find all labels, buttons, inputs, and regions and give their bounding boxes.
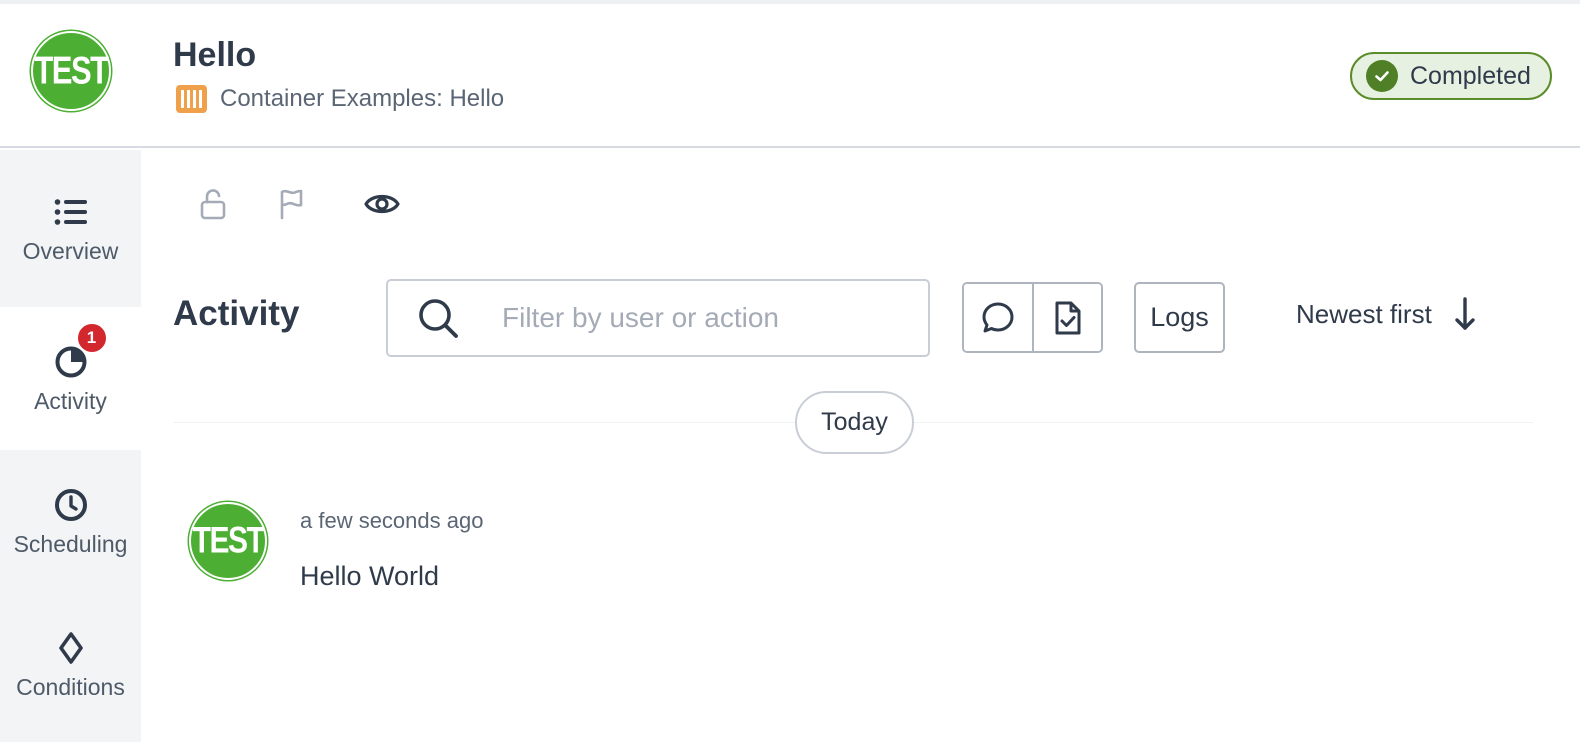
sidebar-item-label: Scheduling	[13, 531, 128, 557]
section-title: Activity	[173, 294, 300, 333]
breadcrumb[interactable]: Container Examples: Hello	[175, 84, 504, 114]
comment-icon	[982, 302, 1014, 332]
unlock-icon[interactable]	[195, 186, 231, 222]
logs-button[interactable]: Logs	[1134, 282, 1225, 353]
file-check-icon	[1055, 301, 1081, 334]
avatar-text: TEST	[192, 519, 265, 561]
search-input[interactable]	[502, 302, 902, 334]
entry-message: Hello World	[300, 561, 440, 591]
status-badge: Completed	[1350, 52, 1552, 100]
page-title: Hello	[173, 36, 257, 74]
entry-avatar[interactable]: TEST	[189, 502, 267, 580]
sidebar: Overview 1 Activity Scheduling Condition…	[0, 150, 141, 742]
sidebar-item-label: Activity	[34, 388, 107, 414]
eye-icon[interactable]	[364, 186, 400, 222]
tasks-filter-button[interactable]	[1032, 284, 1101, 351]
diamond-icon	[58, 632, 83, 664]
search-box[interactable]	[386, 279, 930, 357]
sort-order-button[interactable]: Newest first	[1296, 296, 1476, 332]
flag-icon[interactable]	[273, 186, 309, 222]
notification-badge: 1	[75, 322, 108, 354]
list-icon	[54, 199, 87, 225]
owner-avatar[interactable]: TEST	[31, 31, 111, 111]
entry-timestamp: a few seconds ago	[300, 508, 484, 533]
subtitle-text: Container Examples: Hello	[220, 85, 505, 112]
comments-filter-button[interactable]	[964, 284, 1033, 351]
search-icon	[419, 299, 458, 338]
sidebar-item-conditions[interactable]: Conditions	[0, 593, 141, 736]
sidebar-item-scheduling[interactable]: Scheduling	[0, 450, 141, 593]
clock-icon	[54, 489, 87, 521]
sort-label: Newest first	[1296, 298, 1432, 329]
avatar-text: TEST	[34, 48, 109, 93]
page-header: TEST Hello Container Examples: Hello Com…	[0, 4, 1580, 148]
sidebar-item-activity[interactable]: 1 Activity	[0, 307, 141, 450]
filter-toggle-group	[962, 282, 1103, 353]
status-text: Completed	[1410, 61, 1531, 90]
check-circle-icon	[1366, 60, 1398, 92]
sidebar-item-label: Conditions	[16, 674, 125, 700]
arrow-down-icon	[1455, 297, 1475, 330]
sidebar-item-label: Overview	[22, 238, 119, 264]
sidebar-item-overview[interactable]: Overview	[0, 157, 141, 300]
container-icon	[176, 85, 207, 113]
date-divider: Today	[795, 391, 914, 454]
